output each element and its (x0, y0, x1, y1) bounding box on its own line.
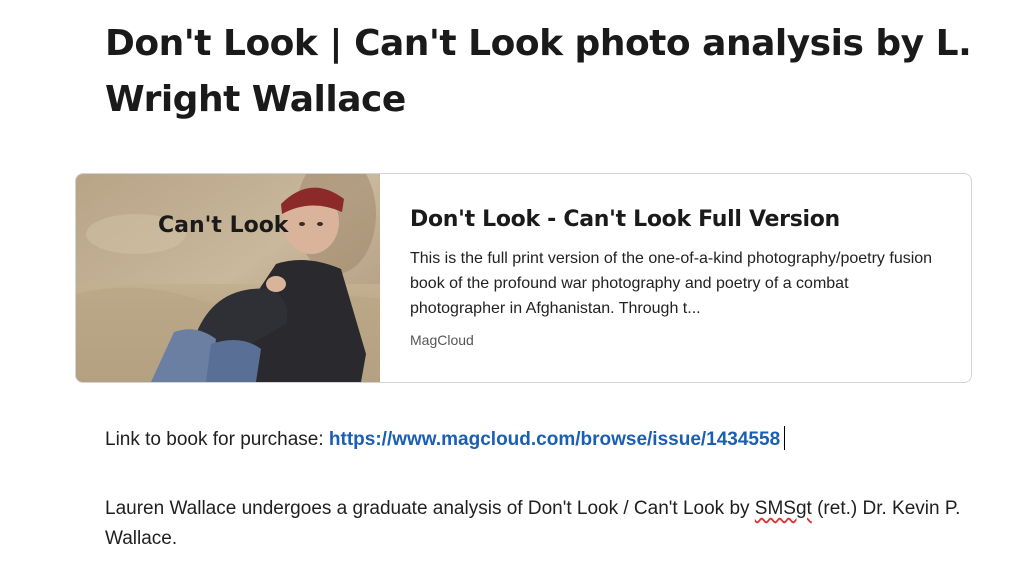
card-thumbnail: Can't Look (76, 174, 380, 382)
analysis-paragraph: Lauren Wallace undergoes a graduate anal… (105, 494, 965, 554)
card-source: MagCloud (410, 332, 474, 348)
purchase-label: Link to book for purchase: (105, 429, 329, 450)
misspelled-word[interactable]: SMSgt (755, 498, 812, 519)
thumbnail-caption: Can't Look (158, 213, 290, 238)
page: Don't Look | Can't Look photo analysis b… (0, 0, 1024, 573)
card-description: This is the full print version of the on… (410, 250, 933, 317)
purchase-paragraph: Link to book for purchase: https://www.m… (105, 425, 786, 455)
card-title[interactable]: Don't Look - Can't Look Full Version (410, 207, 942, 232)
link-preview-card[interactable]: Can't Look Don't Look - Can't Look Full … (75, 173, 972, 383)
child-photo-image: Can't Look (76, 174, 380, 382)
analysis-text-before: Lauren Wallace undergoes a graduate anal… (105, 498, 755, 519)
purchase-link[interactable]: https://www.magcloud.com/browse/issue/14… (329, 429, 780, 450)
page-title: Don't Look | Can't Look photo analysis b… (105, 23, 972, 120)
text-cursor (784, 426, 786, 450)
card-body: Don't Look - Can't Look Full Version Thi… (380, 174, 970, 382)
